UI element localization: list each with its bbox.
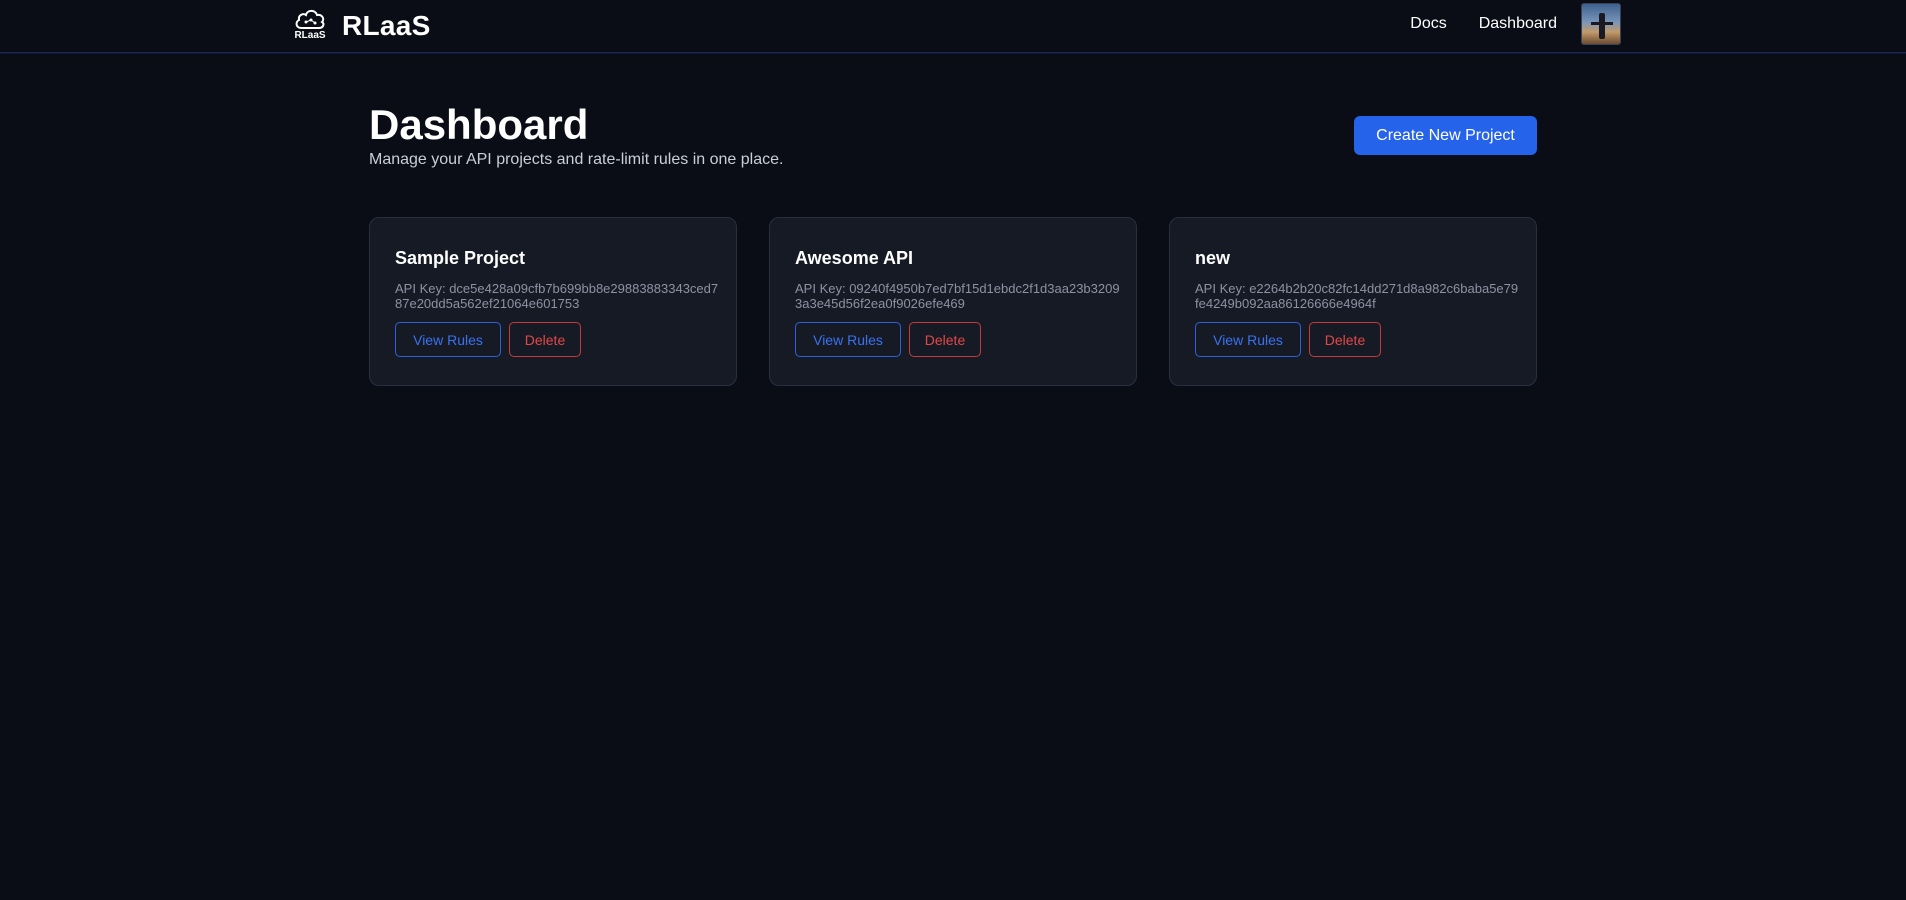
project-name: Sample Project [395,248,526,268]
project-api-key: API Key: 09240f4950b7ed7bf15d1ebdc2f1d3a… [795,281,1120,311]
brand[interactable]: RLaaS RLaaS [292,6,431,46]
nav-docs-link[interactable]: Docs [1410,15,1446,33]
main-nav: Docs Dashboard [1410,0,1621,47]
project-card: Awesome API API Key: 09240f4950b7ed7bf15… [769,217,1137,386]
project-card: Sample Project API Key: dce5e428a09cfb7b… [369,217,737,386]
project-api-key: API Key: e2264b2b20c82fc14dd271d8a982c6b… [1195,281,1519,311]
project-name: new [1195,248,1231,268]
page-title: Dashboard [369,101,589,148]
page-subtitle: Manage your API projects and rate-limit … [369,151,784,168]
top-navbar: RLaaS RLaaS Docs Dashboard [0,0,1906,53]
project-api-key: API Key: dce5e428a09cfb7b699bb8e29883883… [395,281,719,311]
view-rules-button[interactable]: View Rules [1195,322,1301,357]
view-rules-button[interactable]: View Rules [795,322,901,357]
logo-text: RLaaS [294,30,326,41]
user-avatar[interactable] [1581,2,1621,45]
project-actions: View Rules Delete [395,322,581,357]
create-project-button[interactable]: Create New Project [1354,116,1537,155]
nav-dashboard-link[interactable]: Dashboard [1479,15,1557,33]
project-list: Sample Project API Key: dce5e428a09cfb7b… [369,217,1537,386]
delete-project-button[interactable]: Delete [1309,322,1381,357]
project-name: Awesome API [795,248,914,268]
project-actions: View Rules Delete [1195,322,1381,357]
delete-project-button[interactable]: Delete [909,322,981,357]
cloud-logo-icon: RLaaS [292,7,328,45]
project-card: new API Key: e2264b2b20c82fc14dd271d8a98… [1169,217,1537,386]
brand-name: RLaaS [342,10,431,41]
project-actions: View Rules Delete [795,322,981,357]
delete-project-button[interactable]: Delete [509,322,581,357]
avatar-figure [1599,12,1605,39]
view-rules-button[interactable]: View Rules [395,322,501,357]
